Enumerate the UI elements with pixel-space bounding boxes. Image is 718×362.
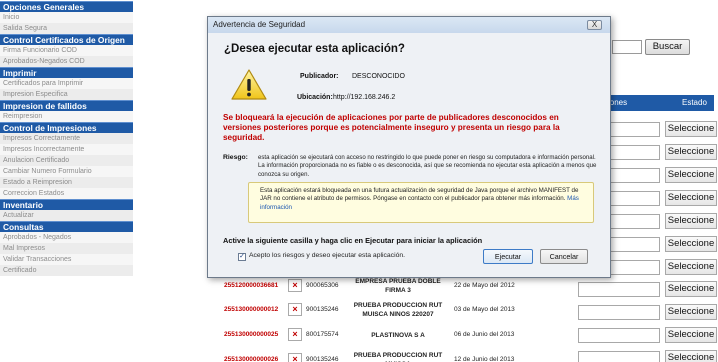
- close-button[interactable]: X: [587, 20, 602, 30]
- run-button[interactable]: Ejecutar: [483, 249, 533, 264]
- sidebar-item[interactable]: Aprobados - Negados: [0, 232, 133, 243]
- sidebar-item[interactable]: Impresion Especifica: [0, 89, 133, 100]
- delete-button[interactable]: ×: [288, 328, 302, 341]
- warning-triangle-icon: [231, 69, 267, 100]
- nit-value: 900135246: [306, 306, 339, 313]
- nit-value: 900065306: [306, 282, 339, 289]
- publisher-label: Publicador:: [300, 73, 339, 80]
- select-button[interactable]: Seleccione: [665, 213, 717, 229]
- sidebar-section-header: Imprimir: [0, 67, 133, 78]
- sidebar-item[interactable]: Certificado: [0, 265, 133, 276]
- x-icon: ×: [292, 354, 298, 362]
- sidebar-item[interactable]: Salida Segura: [0, 23, 133, 34]
- x-icon: ×: [292, 329, 298, 339]
- company-name: PLASTINOVA S A: [371, 331, 425, 339]
- select-button[interactable]: Seleccione: [665, 304, 717, 320]
- sidebar-item[interactable]: Impresos Incorrectamente: [0, 144, 133, 155]
- sidebar-item[interactable]: Validar Transacciones: [0, 254, 133, 265]
- java-info-box: Esta aplicación estará bloqueada en una …: [248, 182, 594, 223]
- sidebar-item[interactable]: Certificados para Imprimir: [0, 78, 133, 89]
- sidebar-section-header: Consultas: [0, 221, 133, 232]
- x-icon: ×: [292, 280, 298, 290]
- search-input[interactable]: [612, 40, 642, 54]
- sidebar-item[interactable]: Estado a Reimpresion: [0, 177, 133, 188]
- observation-input[interactable]: [578, 351, 660, 362]
- delete-button[interactable]: ×: [288, 279, 302, 292]
- select-button[interactable]: Seleccione: [665, 236, 717, 252]
- select-button[interactable]: Seleccione: [665, 190, 717, 206]
- certificate-code[interactable]: 255130000000025: [224, 324, 286, 346]
- delete-button[interactable]: ×: [288, 353, 302, 362]
- column-header-estado: Estado: [682, 98, 707, 107]
- risk-label: Riesgo:: [223, 154, 248, 161]
- sidebar-item[interactable]: Mal Impresos: [0, 243, 133, 254]
- certificate-code[interactable]: 255120000036681: [224, 275, 286, 297]
- sidebar-item[interactable]: Cambiar Numero Formulario: [0, 166, 133, 177]
- sidebar-section-header: Control Certificados de Origen: [0, 34, 133, 45]
- sidebar-item[interactable]: Impresos Correctamente: [0, 133, 133, 144]
- info-text: Esta aplicación estará bloqueada en una …: [260, 187, 579, 203]
- select-button[interactable]: Seleccione: [665, 121, 717, 137]
- observation-input[interactable]: [578, 328, 660, 343]
- search-button[interactable]: Buscar: [645, 39, 690, 55]
- dialog-question: ¿Desea ejecutar esta aplicación?: [224, 43, 405, 55]
- select-button[interactable]: Seleccione: [665, 281, 717, 297]
- sidebar-item[interactable]: Firma Funcionario COD: [0, 45, 133, 56]
- security-warning-dialog: Advertencia de Seguridad X ¿Desea ejecut…: [207, 16, 611, 278]
- sidebar-item[interactable]: Inicio: [0, 12, 133, 23]
- sidebar-section-header: Impresion de fallidos: [0, 100, 133, 111]
- company-name: PRUEBA PRODUCCION RUT MUISCA NINOS 22020…: [353, 302, 443, 318]
- company-name: EMPRESA PRUEBA DOBLE FIRMA 3: [355, 278, 441, 294]
- sidebar-section-header: Opciones Generales: [0, 1, 133, 12]
- accept-risk-label[interactable]: Acepto los riesgos y deseo ejecutar esta…: [249, 252, 405, 259]
- select-button[interactable]: Seleccione: [665, 259, 717, 275]
- activate-instructions: Active la siguiente casilla y haga clic …: [223, 236, 483, 245]
- dialog-titlebar: Advertencia de Seguridad X: [208, 17, 610, 33]
- select-button[interactable]: Seleccione: [665, 167, 717, 183]
- x-icon: ×: [292, 304, 298, 314]
- delete-button[interactable]: ×: [288, 303, 302, 316]
- table-header: ciones Estado: [600, 95, 714, 111]
- publisher-value: DESCONOCIDO: [352, 73, 405, 80]
- cancel-button[interactable]: Cancelar: [540, 249, 588, 264]
- risk-text: esta aplicación se ejecutará con acceso …: [258, 154, 597, 178]
- close-icon: X: [591, 20, 598, 29]
- observation-input[interactable]: [578, 282, 660, 297]
- nit-value: 800175574: [306, 331, 339, 338]
- sidebar-section-header: Inventario: [0, 199, 133, 210]
- nit-value: 900135246: [306, 356, 339, 362]
- select-button[interactable]: Seleccione: [665, 327, 717, 343]
- select-button[interactable]: Seleccione: [665, 144, 717, 160]
- company-name: PRUEBA PRODUCCION RUT MUISCA: [353, 352, 443, 362]
- certificate-code[interactable]: 255130000000012: [224, 299, 286, 321]
- certificate-code[interactable]: 255130000000026: [224, 349, 286, 362]
- sidebar-section-header: Control de Impresiones: [0, 122, 133, 133]
- dialog-title: Advertencia de Seguridad: [213, 20, 306, 29]
- location-label: Ubicación:: [297, 94, 333, 101]
- location-value: http://192.168.246.2: [333, 94, 396, 101]
- sidebar-item[interactable]: Reimpresion: [0, 111, 133, 122]
- select-button[interactable]: Seleccione: [665, 350, 717, 362]
- date-value: 22 de Mayo del 2012: [454, 282, 515, 289]
- accept-risk-checkbox[interactable]: ✓: [238, 253, 246, 261]
- observation-input[interactable]: [578, 305, 660, 320]
- blocking-warning-text: Se bloqueará la ejecución de aplicacione…: [223, 113, 560, 143]
- sidebar-item[interactable]: Aprobados-Negados COD: [0, 56, 133, 67]
- date-value: 12 de Junio del 2013: [454, 356, 515, 362]
- sidebar-item[interactable]: Anulacion Certificado: [0, 155, 133, 166]
- sidebar-menu: Opciones Generales Inicio Salida Segura Con…: [0, 0, 133, 362]
- sidebar-item[interactable]: Actualizar: [0, 210, 133, 221]
- date-value: 03 de Mayo del 2013: [454, 306, 515, 313]
- sidebar-item[interactable]: Correccion Estados: [0, 188, 133, 199]
- checkmark-icon: ✓: [239, 253, 245, 260]
- date-value: 06 de Junio del 2013: [454, 331, 515, 338]
